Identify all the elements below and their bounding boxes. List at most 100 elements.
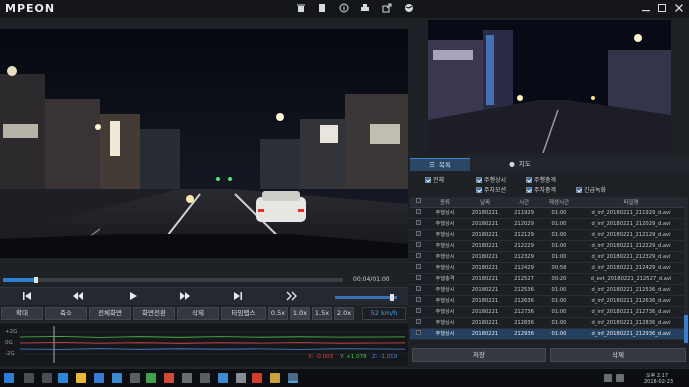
speed-1-5x-button[interactable]: 1.5x — [312, 307, 332, 320]
checkbox-icon[interactable] — [415, 330, 421, 335]
select-all-cell[interactable] — [410, 197, 426, 208]
row-checkbox-cell[interactable] — [410, 262, 426, 274]
rewind-icon[interactable] — [71, 291, 85, 301]
zoom-in-button[interactable]: 확대 — [1, 307, 43, 320]
table-row[interactable]: 주행충격 20180221 212527 00:20 d_evt_20180221_21… — [410, 273, 686, 285]
row-checkbox-cell[interactable] — [410, 328, 426, 340]
filter-parking-motion[interactable]: 주차모션 — [476, 187, 506, 195]
column-header-duration[interactable]: 재생시간 — [542, 197, 576, 208]
minimize-icon[interactable] — [640, 2, 652, 14]
column-header-time[interactable]: 시간 — [506, 197, 542, 208]
windows-start-icon[interactable] — [4, 373, 14, 383]
table-row[interactable]: 주행상시 20180221 212736 01:00 d_inf_20180221_21… — [410, 306, 686, 318]
globe-icon[interactable] — [404, 3, 414, 13]
app-icon[interactable] — [130, 373, 140, 383]
taskbar-clock-date[interactable]: 2018-02-23 — [644, 379, 673, 385]
play-icon[interactable] — [126, 291, 140, 301]
progress-handle[interactable] — [33, 277, 38, 283]
app-icon[interactable] — [270, 373, 280, 383]
checkbox-icon[interactable] — [415, 231, 421, 236]
tray-volume-icon[interactable] — [616, 374, 624, 382]
table-row[interactable]: 주행상시 20180221 212536 01:00 d_inf_20180221_21… — [410, 284, 686, 296]
speed-2-0x-button[interactable]: 2.0x — [334, 307, 354, 320]
scrollbar-thumb[interactable] — [684, 315, 688, 343]
screen-switch-button[interactable]: 화면전환 — [133, 307, 175, 320]
playback-progress[interactable] — [0, 275, 408, 283]
app-icon[interactable] — [236, 373, 246, 383]
taskbar-clock-time[interactable]: 오후 2:17 — [646, 372, 668, 379]
checkbox-icon[interactable] — [415, 308, 421, 313]
app-icon[interactable] — [182, 373, 192, 383]
skip-end-icon[interactable] — [231, 291, 245, 301]
filter-all[interactable]: 전체 — [425, 177, 444, 185]
export-icon[interactable] — [382, 3, 392, 13]
maximize-icon[interactable] — [656, 2, 668, 14]
row-checkbox-cell[interactable] — [410, 240, 426, 252]
row-checkbox-cell[interactable] — [410, 306, 426, 318]
checkbox-icon[interactable] — [415, 253, 421, 258]
row-checkbox-cell[interactable] — [410, 207, 426, 219]
volume-slider[interactable] — [335, 296, 397, 299]
print-icon[interactable] — [360, 3, 370, 13]
skip-start-icon[interactable] — [20, 291, 34, 301]
table-row[interactable]: 주행상시 20180221 212936 01:00 d_inf_20180221_21… — [410, 328, 686, 340]
checkbox-icon[interactable] — [415, 297, 421, 302]
search-icon[interactable] — [24, 373, 34, 383]
checkbox-icon[interactable] — [415, 220, 421, 225]
trash-icon[interactable] — [296, 3, 306, 13]
edge-browser-icon[interactable] — [58, 373, 68, 383]
front-camera-video[interactable] — [0, 29, 408, 258]
file-list-scrollbar[interactable] — [684, 197, 688, 344]
table-row[interactable]: 주행상시 20180221 211929 01:00 d_inf_20180221_21… — [410, 207, 686, 219]
table-row[interactable]: 주행상시 20180221 212229 01:00 d_inf_20180221_21… — [410, 240, 686, 252]
table-row[interactable]: 주행상시 20180221 212129 01:00 d_inf_20180221_21… — [410, 229, 686, 241]
tray-network-icon[interactable] — [604, 374, 612, 382]
row-checkbox-cell[interactable] — [410, 251, 426, 263]
checkbox-icon[interactable] — [415, 275, 421, 280]
delete-video-button[interactable]: 삭제 — [177, 307, 219, 320]
zoom-out-button[interactable]: 축소 — [45, 307, 87, 320]
document-icon[interactable] — [317, 3, 327, 13]
fast-forward-icon[interactable] — [178, 291, 192, 301]
info-icon[interactable] — [339, 3, 349, 13]
fullscreen-button[interactable]: 전체화면 — [89, 307, 131, 320]
progress-track[interactable] — [3, 277, 343, 283]
close-icon[interactable] — [673, 2, 685, 14]
row-checkbox-cell[interactable] — [410, 273, 426, 285]
filter-driving-normal[interactable]: 주행상시 — [476, 177, 506, 185]
table-row[interactable]: 주행상시 20180221 212636 01:00 d_inf_20180221_21… — [410, 295, 686, 307]
chrome-icon[interactable] — [146, 373, 156, 383]
calculator-icon[interactable] — [200, 373, 210, 383]
table-row[interactable]: 주행상시 20180221 212429 00:58 d_inf_20180221_21… — [410, 262, 686, 274]
table-row[interactable]: 주행상시 20180221 212836 01:00 d_inf_20180221_21… — [410, 317, 686, 329]
checkbox-icon[interactable] — [415, 319, 421, 324]
rear-camera-video[interactable] — [428, 20, 671, 153]
column-header-date[interactable]: 날짜 — [464, 197, 506, 208]
filter-parking-impact[interactable]: 주차충격 — [526, 187, 556, 195]
save-button[interactable]: 저장 — [412, 348, 546, 362]
delete-button[interactable]: 삭제 — [550, 348, 686, 362]
pdf-icon[interactable] — [252, 373, 262, 383]
table-row[interactable]: 주행상시 20180221 212029 01:00 d_inf_20180221_21… — [410, 218, 686, 230]
file-explorer-icon[interactable] — [76, 373, 86, 383]
app-icon[interactable] — [164, 373, 174, 383]
timelapse-button[interactable]: 타임랩스 — [221, 307, 266, 320]
row-checkbox-cell[interactable] — [410, 317, 426, 329]
row-checkbox-cell[interactable] — [410, 284, 426, 296]
volume-handle[interactable] — [389, 294, 394, 301]
store-icon[interactable] — [94, 373, 104, 383]
checkbox-icon[interactable] — [415, 286, 421, 291]
checkbox-icon[interactable] — [415, 264, 421, 269]
column-header-type[interactable]: 종류 — [426, 197, 464, 208]
mpeon-app-icon[interactable] — [288, 373, 298, 383]
task-view-icon[interactable] — [42, 373, 52, 383]
tab-map[interactable]: ● 지도 — [490, 158, 550, 171]
row-checkbox-cell[interactable] — [410, 218, 426, 230]
checkbox-icon[interactable] — [415, 242, 421, 247]
checkbox-icon[interactable] — [415, 198, 421, 204]
checkbox-icon[interactable] — [415, 209, 421, 214]
filter-emergency[interactable]: 긴급녹화 — [576, 187, 606, 195]
tab-list[interactable]: ☰ 목록 — [410, 158, 470, 171]
filter-driving-impact[interactable]: 주행충격 — [526, 177, 556, 185]
column-header-filename[interactable]: 파일명 — [576, 197, 686, 208]
